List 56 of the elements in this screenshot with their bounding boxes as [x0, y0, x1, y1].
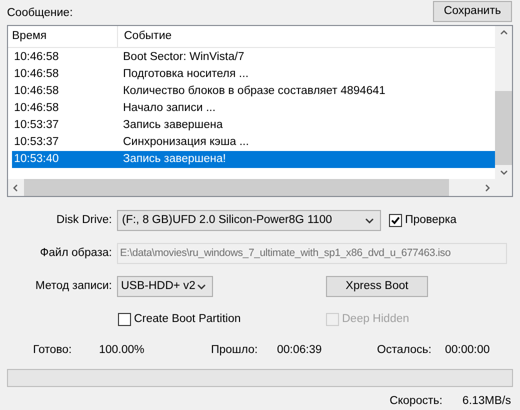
stat-label: Прошло: [211, 342, 259, 358]
disk-drive-label: Disk Drive: [55, 213, 113, 228]
stat-label: Осталось: [377, 342, 432, 358]
log-row[interactable]: 10:46:58 Начало записи ... [12, 100, 495, 117]
write-method-label: Метод записи: [34, 279, 113, 294]
checkbox[interactable] [389, 214, 402, 228]
log-row[interactable]: 10:46:58 Boot Sector: WinVista/7 [12, 48, 495, 66]
checkbox[interactable] [118, 312, 131, 326]
event-cell-text: Запись завершена [122, 118, 223, 133]
log-row[interactable]: 10:53:37 Запись завершена [12, 116, 495, 134]
event-cell-text: Количество блоков в образе составляет 4894641 [122, 84, 386, 99]
dropdown-value: USB-HDD+ v2 [121, 279, 196, 294]
event-cell-text: Boot Sector: WinVista/7 [122, 50, 244, 65]
vertical-scrollbar[interactable] [495, 26, 512, 180]
log-row[interactable]: 10:53:40 Запись завершена! [12, 150, 495, 168]
log-row[interactable]: 10:53:37 Синхронизация кэша ... [12, 134, 495, 151]
log-row[interactable]: 10:46:58 Подготовка носителя ... [12, 66, 495, 83]
checkbox-label: Проверка [405, 213, 457, 228]
scroll-right-icon [485, 184, 490, 192]
event-cell-text: Синхронизация кэша ... [122, 134, 249, 150]
speed-label: Скорость: [390, 394, 442, 410]
dropdown-value: (F:, 8 GB)UFD 2.0 Silicon-Power8G 1100 [122, 213, 332, 228]
checkbox-label: Create Boot Partition [134, 312, 241, 327]
scrollbar-thumb[interactable] [495, 90, 512, 165]
disk-drive-dropdown[interactable]: (F:, 8 GB)UFD 2.0 Silicon-Power8G 1100 [117, 210, 381, 232]
time-cell-text: 10:53:37 [13, 134, 60, 150]
scroll-left-icon [13, 184, 18, 192]
save-button[interactable]: Сохранить [432, 0, 512, 22]
stat-value: 00:06:39 [277, 342, 322, 358]
xpress-boot-button[interactable]: Xpress Boot [326, 276, 428, 298]
scroll-up-icon [500, 30, 508, 35]
event-cell-text: Начало записи ... [122, 100, 216, 116]
event-cell-text: Запись завершена! [122, 152, 226, 167]
stat-label: Готово: [33, 342, 73, 358]
checkmark-icon [391, 216, 400, 226]
time-cell-text: 10:46:58 [13, 84, 60, 99]
image-file-field[interactable]: E:\data\movies\ru_windows_7_ultimate_with_sp1_x86_dvd_u_677463.iso [117, 243, 507, 264]
column-header[interactable]: Время [8, 26, 118, 47]
log-row[interactable]: 10:46:58 Количество блоков в образе составляет 4894641 [12, 82, 495, 100]
stat-value: 100.00% [99, 342, 144, 358]
event-cell-text: Подготовка носителя ... [122, 66, 249, 82]
message-label: Сообщение: [7, 6, 73, 21]
image-file-label: Файл образа: [39, 246, 113, 262]
stat-value: 00:00:00 [445, 342, 490, 358]
time-cell-text: 10:46:58 [13, 50, 60, 65]
speed-value: 6.13MB/s [462, 394, 511, 410]
checkbox-label: Deep Hidden [342, 312, 410, 327]
write-method-dropdown[interactable]: USB-HDD+ v2 [117, 276, 213, 298]
time-cell-text: 10:53:40 [13, 152, 60, 167]
time-cell-text: 10:46:58 [13, 100, 60, 116]
caret-icon [365, 218, 374, 224]
column-header[interactable]: Событие [118, 26, 495, 47]
time-cell-text: 10:53:37 [13, 118, 60, 133]
caret-icon [197, 284, 206, 290]
scroll-down-icon [500, 170, 508, 176]
time-cell-text: 10:46:58 [13, 66, 60, 82]
